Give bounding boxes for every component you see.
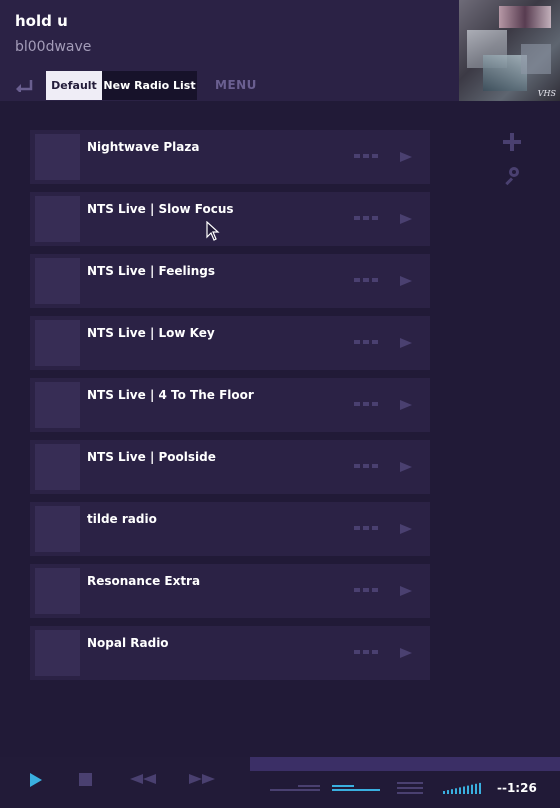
play-icon[interactable] bbox=[30, 773, 42, 787]
volume-bar bbox=[471, 784, 473, 794]
back-arrow-icon[interactable] bbox=[12, 74, 36, 96]
tab-new-radio-list[interactable]: New Radio List bbox=[102, 71, 197, 100]
station-thumbnail bbox=[35, 196, 80, 242]
play-icon[interactable] bbox=[400, 648, 412, 658]
menu-button[interactable]: MENU bbox=[215, 78, 257, 92]
station-item[interactable]: NTS Live | 4 To The Floor bbox=[30, 378, 430, 432]
volume-bar bbox=[447, 790, 449, 794]
station-thumbnail bbox=[35, 444, 80, 490]
station-item[interactable]: Nightwave Plaza bbox=[30, 130, 430, 184]
volume-bar bbox=[459, 787, 461, 794]
list-icon[interactable] bbox=[397, 782, 423, 794]
station-name: Resonance Extra bbox=[87, 574, 201, 588]
plus-icon[interactable] bbox=[503, 133, 521, 151]
station-item[interactable]: Resonance Extra bbox=[30, 564, 430, 618]
play-icon[interactable] bbox=[400, 338, 412, 348]
play-icon[interactable] bbox=[400, 400, 412, 410]
station-name: tilde radio bbox=[87, 512, 157, 526]
album-art: VHS bbox=[459, 0, 560, 101]
station-item[interactable]: NTS Live | Slow Focus bbox=[30, 192, 430, 246]
station-name: Nopal Radio bbox=[87, 636, 169, 650]
play-icon[interactable] bbox=[400, 462, 412, 472]
more-dots-icon[interactable] bbox=[354, 340, 378, 346]
more-dots-icon[interactable] bbox=[354, 650, 378, 656]
station-item[interactable]: Nopal Radio bbox=[30, 626, 430, 680]
station-item[interactable]: NTS Live | Feelings bbox=[30, 254, 430, 308]
station-thumbnail bbox=[35, 320, 80, 366]
more-dots-icon[interactable] bbox=[354, 526, 378, 532]
play-icon[interactable] bbox=[400, 524, 412, 534]
play-icon[interactable] bbox=[400, 276, 412, 286]
more-dots-icon[interactable] bbox=[354, 402, 378, 408]
now-playing-title: hold u bbox=[15, 12, 68, 30]
station-thumbnail bbox=[35, 568, 80, 614]
more-dots-icon[interactable] bbox=[354, 588, 378, 594]
more-dots-icon[interactable] bbox=[354, 464, 378, 470]
eq-preset-icon-1[interactable] bbox=[270, 784, 320, 792]
station-name: NTS Live | 4 To The Floor bbox=[87, 388, 254, 402]
album-art-watermark: VHS bbox=[537, 89, 556, 98]
station-item[interactable]: NTS Live | Low Key bbox=[30, 316, 430, 370]
play-icon[interactable] bbox=[400, 152, 412, 162]
station-thumbnail bbox=[35, 382, 80, 428]
progress-bar[interactable] bbox=[250, 757, 560, 771]
stop-icon[interactable] bbox=[79, 773, 92, 786]
volume-bar bbox=[443, 791, 445, 794]
volume-bar bbox=[451, 789, 453, 794]
station-name: NTS Live | Low Key bbox=[87, 326, 215, 340]
more-dots-icon[interactable] bbox=[354, 154, 378, 160]
station-name: NTS Live | Slow Focus bbox=[87, 202, 234, 216]
station-thumbnail bbox=[35, 506, 80, 552]
fast-forward-icon[interactable] bbox=[189, 774, 217, 785]
mouse-cursor-icon bbox=[206, 221, 220, 241]
station-name: Nightwave Plaza bbox=[87, 140, 200, 154]
volume-bar bbox=[467, 785, 469, 794]
header: hold u bl00dwave Default New Radio List … bbox=[0, 0, 560, 101]
station-item[interactable]: NTS Live | Poolside bbox=[30, 440, 430, 494]
more-dots-icon[interactable] bbox=[354, 216, 378, 222]
time-remaining: --1:26 bbox=[497, 781, 537, 795]
station-thumbnail bbox=[35, 134, 80, 180]
station-name: NTS Live | Poolside bbox=[87, 450, 216, 464]
eq-preset-icon-2[interactable] bbox=[332, 784, 380, 792]
volume-bar bbox=[463, 786, 465, 794]
station-name: NTS Live | Feelings bbox=[87, 264, 215, 278]
tab-default[interactable]: Default bbox=[46, 71, 102, 100]
search-icon[interactable] bbox=[503, 166, 521, 186]
volume-bar bbox=[475, 783, 477, 794]
volume-bar bbox=[455, 788, 457, 794]
rewind-icon[interactable] bbox=[130, 774, 158, 785]
play-icon[interactable] bbox=[400, 586, 412, 596]
more-dots-icon[interactable] bbox=[354, 278, 378, 284]
now-playing-artist: bl00dwave bbox=[15, 39, 92, 55]
station-item[interactable]: tilde radio bbox=[30, 502, 430, 556]
station-thumbnail bbox=[35, 258, 80, 304]
volume-meter[interactable] bbox=[443, 782, 483, 794]
play-icon[interactable] bbox=[400, 214, 412, 224]
station-thumbnail bbox=[35, 630, 80, 676]
volume-bar bbox=[479, 782, 481, 794]
